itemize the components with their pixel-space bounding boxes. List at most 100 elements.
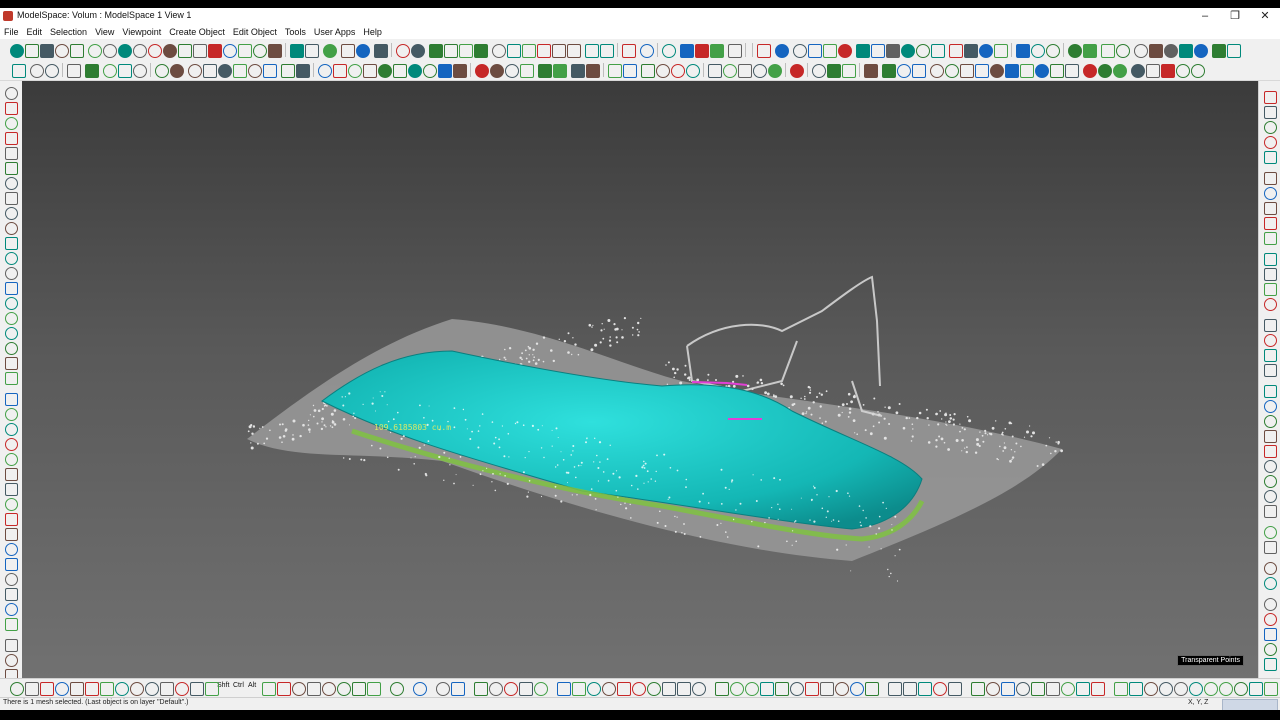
tool-icon[interactable] [5,603,18,616]
tool-icon[interactable] [823,44,837,58]
tool-icon[interactable] [1176,64,1190,78]
tool-icon[interactable] [5,483,18,496]
tool-icon[interactable] [552,44,566,58]
tool-icon[interactable] [292,682,306,696]
tool-icon[interactable] [1264,526,1277,539]
tool-icon[interactable] [115,682,129,696]
tool-icon[interactable] [1264,121,1277,134]
tool-icon[interactable] [25,682,39,696]
tool-icon[interactable] [715,682,729,696]
tool-icon[interactable] [5,192,18,205]
tool-icon[interactable] [85,64,99,78]
tool-icon[interactable] [808,44,822,58]
tool-icon[interactable] [103,44,117,58]
tool-icon[interactable] [218,64,232,78]
tool-icon[interactable] [979,44,993,58]
tool-icon[interactable] [1031,44,1045,58]
tool-icon[interactable] [1264,136,1277,149]
tool-icon[interactable] [520,64,534,78]
tool-icon[interactable] [1264,298,1277,311]
tool-icon[interactable] [1264,475,1277,488]
tool-icon[interactable] [1264,319,1277,332]
tool-icon[interactable] [5,117,18,130]
tool-icon[interactable] [856,44,870,58]
tool-icon[interactable] [1264,283,1277,296]
tool-icon[interactable] [949,44,963,58]
tool-icon[interactable] [423,64,437,78]
tool-icon[interactable] [1264,682,1278,696]
tool-icon[interactable] [429,44,443,58]
tool-icon[interactable] [1189,682,1203,696]
tool-icon[interactable] [1264,445,1277,458]
tool-icon[interactable] [793,44,807,58]
tool-icon[interactable] [5,312,18,325]
tool-icon[interactable] [931,44,945,58]
tool-icon[interactable] [1068,44,1082,58]
tool-icon[interactable] [5,177,18,190]
tool-icon[interactable] [5,222,18,235]
tool-icon[interactable] [55,44,69,58]
tool-icon[interactable] [538,64,552,78]
tool-icon[interactable] [193,44,207,58]
menu-viewpoint[interactable]: Viewpoint [118,25,165,39]
tool-icon[interactable] [522,44,536,58]
tool-icon[interactable] [1264,106,1277,119]
tool-icon[interactable] [504,682,518,696]
tool-icon[interactable] [835,682,849,696]
tool-icon[interactable] [632,682,646,696]
tool-icon[interactable] [1146,64,1160,78]
tool-icon[interactable] [1264,490,1277,503]
tool-icon[interactable] [133,44,147,58]
tool-icon[interactable] [1264,334,1277,347]
tool-icon[interactable] [322,682,336,696]
tool-icon[interactable] [451,682,465,696]
menu-help[interactable]: Help [359,25,386,39]
tool-icon[interactable] [1219,682,1233,696]
tool-icon[interactable] [25,44,39,58]
tool-icon[interactable] [1101,44,1115,58]
tool-icon[interactable] [5,408,18,421]
tool-icon[interactable] [170,64,184,78]
tool-icon[interactable] [586,64,600,78]
tool-icon[interactable] [323,44,337,58]
tool-icon[interactable] [708,64,722,78]
tool-icon[interactable] [1264,232,1277,245]
tool-icon[interactable] [474,682,488,696]
tool-icon[interactable] [1113,64,1127,78]
tool-icon[interactable] [1264,217,1277,230]
tool-icon[interactable] [281,64,295,78]
tool-icon[interactable] [70,44,84,58]
tool-icon[interactable] [396,44,410,58]
tool-icon[interactable] [188,64,202,78]
tool-icon[interactable] [1149,44,1163,58]
tool-icon[interactable] [178,44,192,58]
tool-icon[interactable] [608,64,622,78]
tool-icon[interactable] [827,64,841,78]
tool-icon[interactable] [1065,64,1079,78]
tool-icon[interactable] [378,64,392,78]
tool-icon[interactable] [757,44,771,58]
tool-icon[interactable] [393,64,407,78]
tool-icon[interactable] [489,682,503,696]
tool-icon[interactable] [148,44,162,58]
tool-icon[interactable] [88,44,102,58]
tool-icon[interactable] [986,682,1000,696]
tool-icon[interactable] [453,64,467,78]
tool-icon[interactable] [912,64,926,78]
tool-icon[interactable] [1249,682,1263,696]
tool-icon[interactable] [871,44,885,58]
tool-icon[interactable] [1264,658,1277,671]
tool-icon[interactable] [1144,682,1158,696]
tool-icon[interactable] [1264,460,1277,473]
tool-icon[interactable] [318,64,332,78]
tool-icon[interactable] [40,44,54,58]
tool-icon[interactable] [5,468,18,481]
tool-icon[interactable] [1031,682,1045,696]
menu-tools[interactable]: Tools [281,25,310,39]
tool-icon[interactable] [1264,505,1277,518]
tool-icon[interactable] [975,64,989,78]
menu-create-object[interactable]: Create Object [165,25,229,39]
tool-icon[interactable] [205,682,219,696]
tool-icon[interactable] [728,44,742,58]
tool-icon[interactable] [155,64,169,78]
